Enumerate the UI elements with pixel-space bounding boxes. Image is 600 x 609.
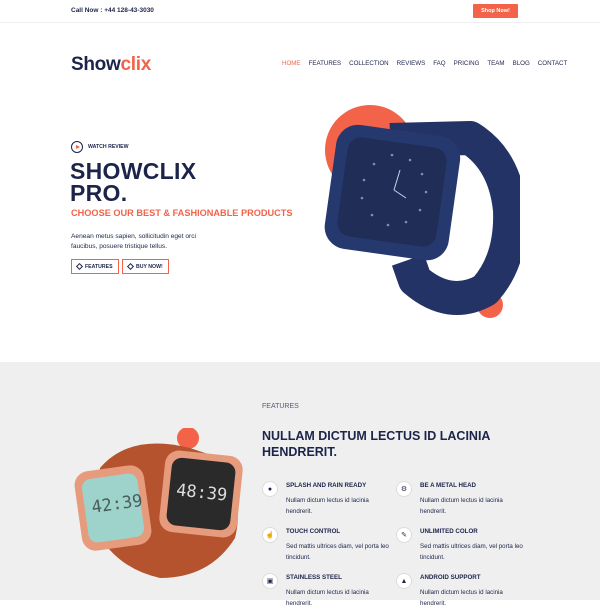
tag-icon: [126, 262, 135, 271]
hero-title-line2: PRO.: [70, 180, 128, 206]
features-button[interactable]: FEATURES: [71, 259, 119, 274]
feature-title-metal: BE A METAL HEAD: [420, 482, 477, 489]
main-nav: HOME FEATURES COLLECTION REVIEWS FAQ PRI…: [282, 60, 567, 67]
stainless-icon: ▣: [263, 574, 277, 588]
nav-pricing[interactable]: PRICING: [454, 60, 480, 67]
shop-now-button[interactable]: Shop Now!: [473, 4, 518, 18]
watch-review-label: WATCH REVIEW: [88, 144, 129, 150]
nav-reviews[interactable]: REVIEWS: [397, 60, 426, 67]
call-now-text: Call Now : +44 128-43-3030: [71, 7, 154, 14]
tag-icon: [75, 262, 84, 271]
feature-text-metal: Nullam dictum lectus id lacinia hendreri…: [420, 497, 503, 515]
paintbrush-icon: ✎: [397, 528, 411, 542]
logo-part-clix: clix: [120, 54, 151, 75]
feature-title-color: UNLIMITED COLOR: [420, 528, 478, 535]
nav-contact[interactable]: CONTACT: [538, 60, 567, 67]
feature-text-touch: Sed mattis ultrices diam, vel porta leo …: [286, 543, 389, 561]
top-bar: Call Now : +44 128-43-3030 Shop Now!: [0, 0, 600, 23]
feature-text-color: Sed mattis ultrices diam, vel porta leo …: [420, 543, 523, 561]
feature-text-steel: Nullam dictum lectus id lacinia hendreri…: [286, 589, 369, 607]
features-button-label: FEATURES: [85, 263, 113, 270]
nav-team[interactable]: TEAM: [487, 60, 504, 67]
features-title: NULLAM DICTUM LECTUS ID LACINIA HENDRERI…: [262, 429, 490, 459]
hero-watch-image: [324, 105, 520, 318]
feature-title-touch: TOUCH CONTROL: [286, 528, 341, 535]
android-icon: ▲: [397, 574, 411, 588]
hero-title: SHOWCLIX PRO.: [70, 158, 197, 206]
hero-subtitle: CHOOSE OUR BEST & FASHIONABLE PRODUCTS: [71, 208, 293, 218]
feature-title-splash: SPLASH AND RAIN READY: [286, 482, 367, 489]
watch-review-link[interactable]: WATCH REVIEW: [71, 141, 129, 153]
play-icon: [71, 141, 83, 153]
feature-text-android: Nullam dictum lectus id lacinia hendreri…: [420, 589, 503, 607]
feature-text-splash: Nullam dictum lectus id lacinia hendreri…: [286, 497, 369, 515]
feature-title-steel: STAINLESS STEEL: [286, 574, 342, 581]
logo[interactable]: Showclix: [71, 54, 151, 76]
droplet-icon: ●: [263, 482, 277, 496]
nav-features[interactable]: FEATURES: [309, 60, 342, 67]
nav-blog[interactable]: BLOG: [513, 60, 530, 67]
hero-title-line1: SHOWCLIX: [70, 158, 197, 184]
nav-collection[interactable]: COLLECTION: [349, 60, 389, 67]
watch-pair-image: 42:39 48:39: [74, 428, 243, 578]
hero-description: Aenean metus sapien, sollicitudin eget o…: [71, 233, 196, 250]
gear-icon: ⚙: [397, 482, 411, 496]
feature-title-android: ANDROID SUPPORT: [420, 574, 481, 581]
features-label: FEATURES: [262, 403, 299, 410]
hand-pointer-icon: ☝: [263, 528, 277, 542]
nav-faq[interactable]: FAQ: [433, 60, 445, 67]
buy-now-button-label: BUY NOW!: [136, 263, 163, 270]
nav-home[interactable]: HOME: [282, 60, 301, 67]
buy-now-button[interactable]: BUY NOW!: [122, 259, 169, 274]
logo-part-show: Show: [71, 54, 121, 75]
